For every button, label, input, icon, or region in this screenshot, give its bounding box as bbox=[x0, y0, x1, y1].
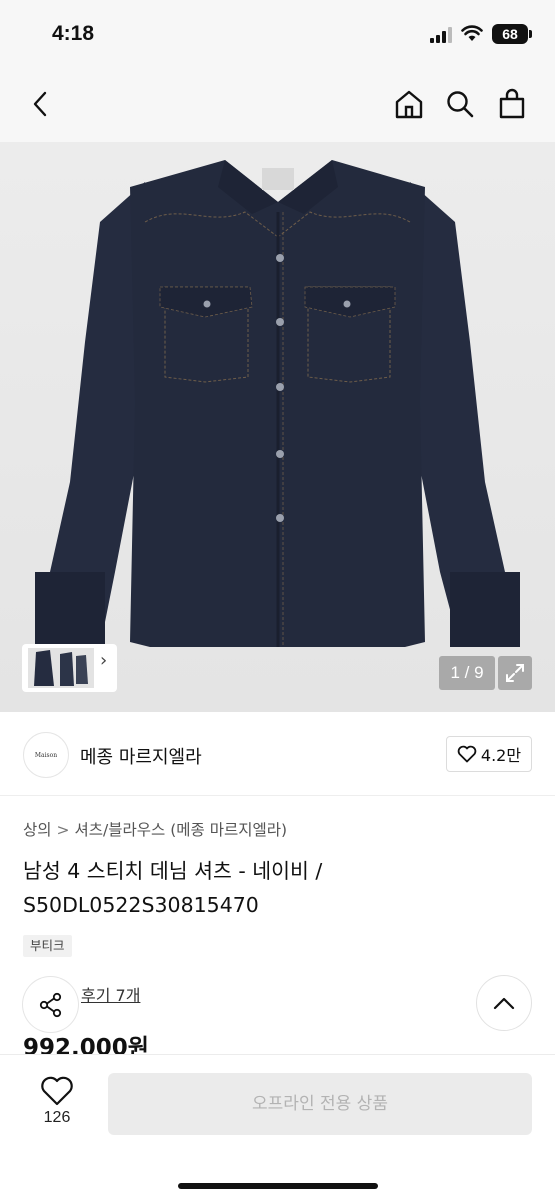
boutique-tag: 부티크 bbox=[23, 935, 72, 957]
bottom-action-bar: 126 오프라인 전용 상품 bbox=[0, 1054, 555, 1200]
breadcrumb: 상의 > 셔츠/블라우스 (메종 마르지엘라) bbox=[23, 818, 287, 840]
thumbnail-next-icon[interactable]: › bbox=[100, 650, 107, 671]
brand-row: Maison Margiela 메종 마르지엘라 4.2만 bbox=[0, 712, 555, 796]
heart-icon bbox=[457, 745, 477, 763]
back-button[interactable] bbox=[22, 86, 58, 122]
share-button[interactable] bbox=[23, 977, 78, 1032]
home-button[interactable] bbox=[391, 86, 427, 122]
share-icon bbox=[39, 992, 61, 1017]
status-time: 4:18 bbox=[52, 22, 95, 45]
status-bar: 4:18 68 bbox=[0, 0, 555, 70]
offline-only-button[interactable]: 오프라인 전용 상품 bbox=[108, 1073, 532, 1135]
breadcrumb-separator: > bbox=[56, 821, 70, 839]
product-image-gallery[interactable] bbox=[0, 142, 555, 712]
review-link[interactable]: 후기 7개 bbox=[81, 982, 140, 1006]
navigation-bar bbox=[0, 70, 555, 142]
wishlist-count: 126 bbox=[43, 1109, 71, 1126]
image-counter: 1 / 9 bbox=[439, 656, 495, 690]
wishlist-heart-icon[interactable] bbox=[40, 1075, 74, 1107]
brand-logo[interactable]: Maison Margiela bbox=[23, 732, 69, 778]
brand-like-button[interactable]: 4.2만 bbox=[446, 736, 532, 772]
thumbnail-shirt-image bbox=[34, 650, 88, 686]
battery-indicator: 68 bbox=[492, 24, 528, 44]
brand-like-count: 4.2만 bbox=[480, 746, 522, 765]
expand-image-button[interactable] bbox=[498, 656, 532, 690]
cellular-signal-icon bbox=[430, 27, 456, 43]
product-title: 남성 4 스티치 데님 셔츠 - 네이비 / S50DL0522S3081547… bbox=[23, 859, 323, 917]
thumbnail-image[interactable] bbox=[28, 648, 94, 688]
wifi-icon bbox=[461, 25, 483, 41]
home-icon bbox=[395, 90, 423, 119]
chevron-up-icon bbox=[493, 997, 515, 1010]
search-button[interactable] bbox=[442, 86, 478, 122]
product-image-denim-shirt bbox=[35, 160, 520, 647]
search-icon bbox=[447, 91, 474, 118]
breadcrumb-category[interactable]: 상의 bbox=[23, 821, 52, 839]
battery-tip bbox=[529, 30, 532, 38]
home-indicator bbox=[178, 1183, 378, 1189]
shopping-bag-icon bbox=[499, 88, 525, 119]
thumbnail-strip[interactable]: › bbox=[22, 644, 117, 692]
breadcrumb-subcategory[interactable]: 셔츠/블라우스 (메종 마르지엘라) bbox=[75, 821, 288, 839]
scroll-top-button[interactable] bbox=[476, 975, 532, 1031]
chevron-left-icon bbox=[33, 91, 47, 117]
brand-name[interactable]: 메종 마르지엘라 bbox=[80, 743, 202, 769]
expand-icon bbox=[506, 664, 524, 682]
cart-button[interactable] bbox=[494, 86, 530, 122]
